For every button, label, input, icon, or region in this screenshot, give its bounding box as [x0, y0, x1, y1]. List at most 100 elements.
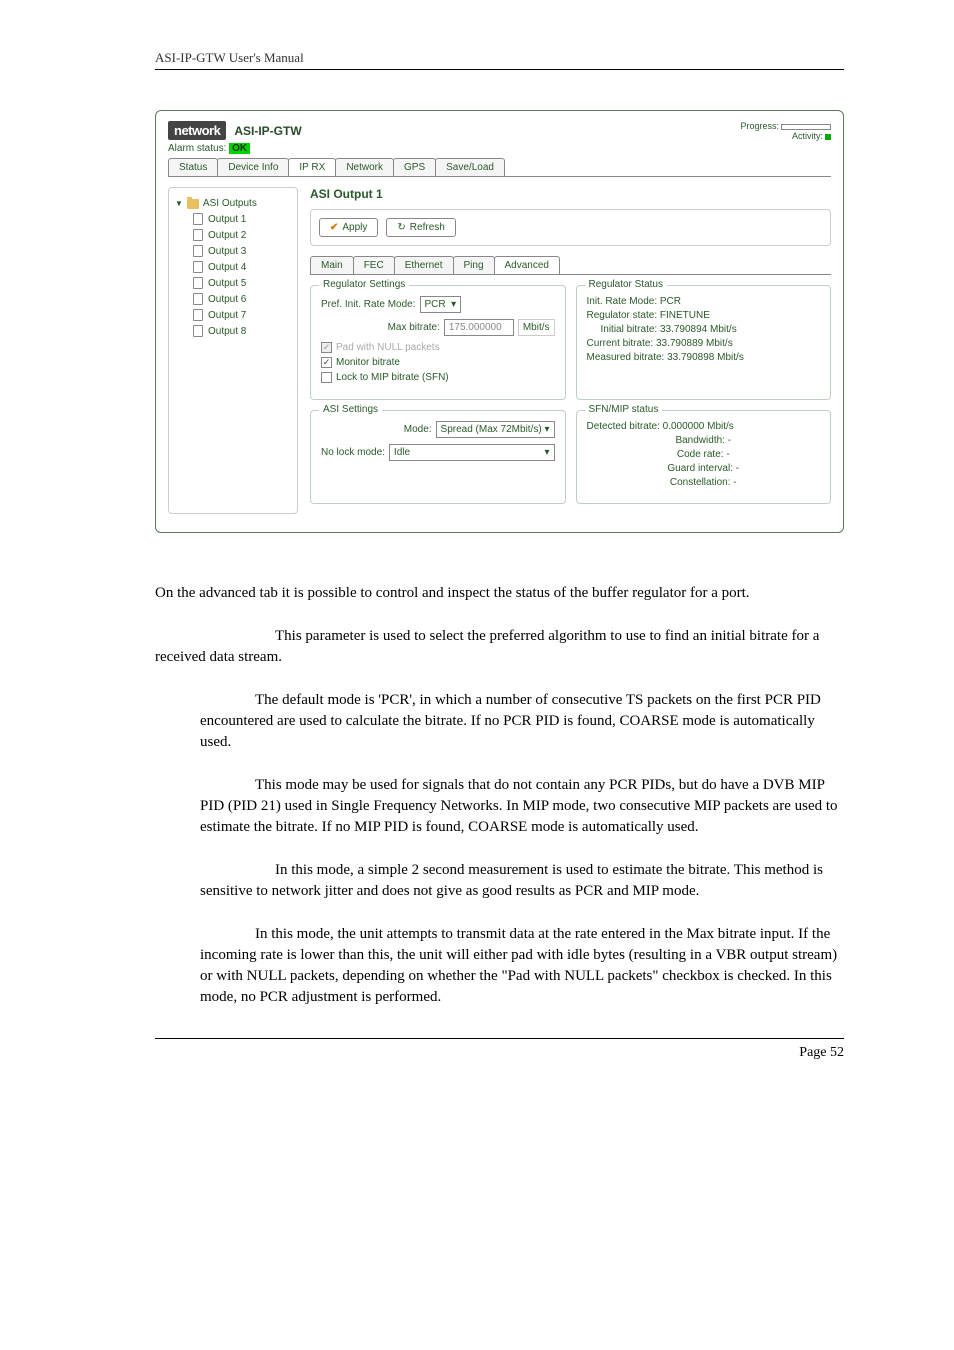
asi-settings-fieldset: ASI Settings Mode: Spread (Max 72Mbit/s)… — [310, 410, 566, 504]
refresh-button[interactable]: ↻ Refresh — [386, 218, 455, 237]
pad-null-checkbox-row: ✓ Pad with NULL packets — [321, 342, 555, 353]
nolock-select[interactable]: Idle▾ — [389, 444, 555, 461]
sfn-bandwidth: Bandwidth: - — [587, 435, 821, 446]
apply-button[interactable]: ✔ Apply — [319, 218, 378, 237]
nolock-label: No lock mode: — [321, 447, 385, 458]
para-1: On the advanced tab it is possible to co… — [155, 583, 844, 604]
para-3: The default mode is 'PCR', in which a nu… — [200, 690, 844, 753]
activity-label: Activity: — [792, 131, 823, 141]
alarm-label: Alarm status: — [168, 143, 226, 154]
status-initial-bitrate: Initial bitrate: 33.790894 Mbit/s — [587, 324, 821, 335]
file-icon — [193, 277, 203, 289]
sidebar: ▼ ASI Outputs Output 1 Output 2 Output 3… — [168, 187, 298, 514]
tree-item-output-8[interactable]: Output 8 — [169, 323, 297, 339]
panel-title: ASI Output 1 — [310, 187, 831, 201]
sfn-code-rate: Code rate: - — [587, 449, 821, 460]
inner-tab-advanced[interactable]: Advanced — [494, 256, 560, 274]
refresh-icon: ↻ — [397, 222, 405, 233]
asi-settings-legend: ASI Settings — [319, 404, 382, 415]
tree-label: Output 4 — [208, 262, 246, 273]
max-bitrate-label: Max bitrate: — [388, 322, 440, 333]
lock-mip-checkbox-row[interactable]: Lock to MIP bitrate (SFN) — [321, 372, 555, 383]
status-measured-bitrate: Measured bitrate: 33.790898 Mbit/s — [587, 352, 821, 363]
file-icon — [193, 325, 203, 337]
tree-root-label: ASI Outputs — [203, 198, 257, 209]
rate-mode-label: Pref. Init. Rate Mode: — [321, 299, 416, 310]
rate-mode-value: PCR — [425, 299, 446, 310]
sfn-guard-interval: Guard interval: - — [587, 463, 821, 474]
nolock-value: Idle — [394, 447, 410, 458]
monitor-checkbox[interactable]: ✓ — [321, 357, 332, 368]
tab-save-load[interactable]: Save/Load — [435, 158, 505, 176]
status-init-rate-mode: Init. Rate Mode: PCR — [587, 296, 821, 307]
lock-mip-checkbox[interactable] — [321, 372, 332, 383]
page-footer: Page 52 — [155, 1038, 844, 1061]
app-logo: network — [168, 121, 226, 140]
refresh-label: Refresh — [410, 222, 445, 233]
page-header: ASI-IP-GTW User's Manual — [155, 50, 844, 70]
inner-tab-ping[interactable]: Ping — [453, 256, 495, 274]
tree-label: Output 1 — [208, 214, 246, 225]
progress-bar — [781, 124, 831, 130]
tree-item-output-7[interactable]: Output 7 — [169, 307, 297, 323]
tree-item-output-2[interactable]: Output 2 — [169, 227, 297, 243]
tree-item-output-5[interactable]: Output 5 — [169, 275, 297, 291]
regulator-status-fieldset: Regulator Status Init. Rate Mode: PCR Re… — [576, 285, 832, 400]
rate-mode-select[interactable]: PCR ▾ — [420, 296, 462, 313]
tree-item-output-1[interactable]: Output 1 — [169, 211, 297, 227]
tree-label: Output 5 — [208, 278, 246, 289]
mode-value: Spread (Max 72Mbit/s) — [441, 424, 542, 435]
apply-label: Apply — [342, 222, 367, 233]
tree-label: Output 7 — [208, 310, 246, 321]
inner-tab-ethernet[interactable]: Ethernet — [394, 256, 454, 274]
mode-select[interactable]: Spread (Max 72Mbit/s) ▾ — [436, 421, 555, 438]
activity-indicator — [825, 134, 831, 140]
app-screenshot: network ASI-IP-GTW Progress: Activity: A… — [155, 110, 844, 533]
monitor-checkbox-row[interactable]: ✓ Monitor bitrate — [321, 357, 555, 368]
folder-icon — [187, 199, 199, 209]
file-icon — [193, 309, 203, 321]
tab-ip-rx[interactable]: IP RX — [288, 158, 336, 176]
app-model: ASI-IP-GTW — [234, 124, 301, 138]
inner-tabs: Main FEC Ethernet Ping Advanced — [310, 256, 831, 275]
para-4: This mode may be used for signals that d… — [200, 775, 844, 838]
max-bitrate-input[interactable] — [444, 319, 514, 336]
sfn-mip-legend: SFN/MIP status — [585, 404, 663, 415]
tree-label: Output 6 — [208, 294, 246, 305]
alarm-status: OK — [229, 143, 250, 154]
pad-null-checkbox: ✓ — [321, 342, 332, 353]
tree-label: Output 8 — [208, 326, 246, 337]
para-6: In this mode, the unit attempts to trans… — [200, 924, 844, 1008]
tab-device-info[interactable]: Device Info — [217, 158, 289, 176]
progress-label: Progress: — [740, 121, 779, 131]
status-current-bitrate: Current bitrate: 33.790889 Mbit/s — [587, 338, 821, 349]
inner-tab-main[interactable]: Main — [310, 256, 354, 274]
max-bitrate-unit: Mbit/s — [518, 319, 555, 336]
check-icon: ✔ — [330, 222, 338, 233]
file-icon — [193, 229, 203, 241]
tree-item-output-4[interactable]: Output 4 — [169, 259, 297, 275]
tree-root[interactable]: ▼ ASI Outputs — [169, 196, 297, 211]
monitor-label: Monitor bitrate — [336, 357, 400, 368]
inner-tab-fec[interactable]: FEC — [353, 256, 395, 274]
top-tabs: Status Device Info IP RX Network GPS Sav… — [168, 158, 831, 177]
sfn-mip-status-fieldset: SFN/MIP status Detected bitrate: 0.00000… — [576, 410, 832, 504]
tree-label: Output 2 — [208, 230, 246, 241]
regulator-settings-legend: Regulator Settings — [319, 279, 409, 290]
file-icon — [193, 213, 203, 225]
tree-item-output-6[interactable]: Output 6 — [169, 291, 297, 307]
caret-down-icon: ▼ — [175, 199, 183, 208]
file-icon — [193, 261, 203, 273]
regulator-status-legend: Regulator Status — [585, 279, 668, 290]
tree-item-output-3[interactable]: Output 3 — [169, 243, 297, 259]
tab-gps[interactable]: GPS — [393, 158, 436, 176]
regulator-settings-fieldset: Regulator Settings Pref. Init. Rate Mode… — [310, 285, 566, 400]
tab-status[interactable]: Status — [168, 158, 218, 176]
tab-network[interactable]: Network — [335, 158, 394, 176]
file-icon — [193, 293, 203, 305]
sfn-constellation: Constellation: - — [587, 477, 821, 488]
para-2: This parameter is used to select the pre… — [155, 626, 844, 668]
status-regulator-state: Regulator state: FINETUNE — [587, 310, 821, 321]
mode-label: Mode: — [404, 424, 432, 435]
file-icon — [193, 245, 203, 257]
